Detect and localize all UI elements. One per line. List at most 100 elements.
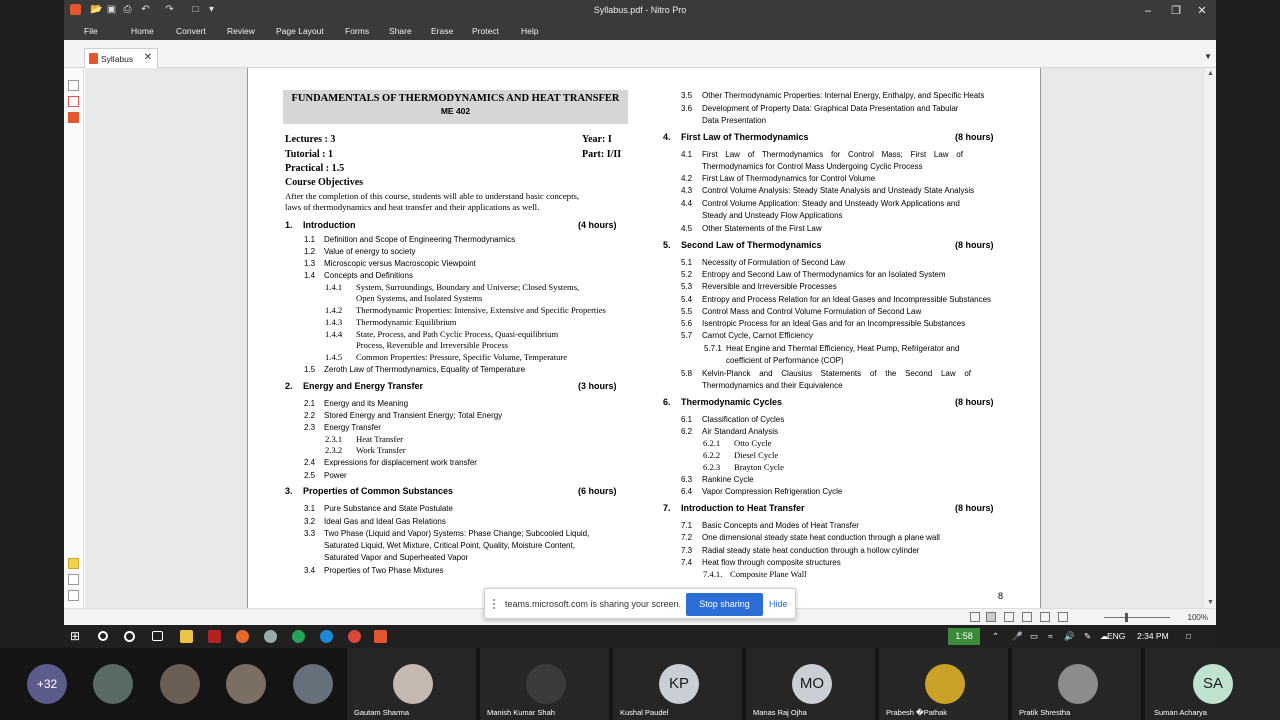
bookmarks-panel-icon[interactable] bbox=[68, 96, 79, 107]
section-title: Second Law of Thermodynamics bbox=[681, 240, 822, 250]
zoom-slider-handle[interactable] bbox=[1125, 613, 1128, 622]
stop-sharing-button[interactable]: Stop sharing bbox=[686, 593, 763, 616]
search-icon[interactable] bbox=[98, 631, 108, 641]
pen-icon[interactable]: ✎ bbox=[1084, 631, 1091, 642]
participant-name: Manish Kumar Shah bbox=[487, 708, 555, 717]
document-tab[interactable]: Syllabus ✕ bbox=[84, 48, 158, 68]
participant-tile[interactable]: Prabesh �Pathak bbox=[879, 648, 1008, 720]
document-tab-bar: Syllabus ✕ ▼ bbox=[64, 40, 1216, 68]
app-icon[interactable] bbox=[292, 630, 305, 643]
participant-name: Prabesh �Pathak bbox=[886, 708, 948, 717]
attachments-panel-icon[interactable] bbox=[68, 112, 79, 123]
item-text: Steady and Unsteady Flow Applications bbox=[702, 211, 843, 220]
screen-sharing-banner: teams.microsoft.com is sharing your scre… bbox=[484, 588, 796, 619]
item-number: 3.6 bbox=[681, 104, 693, 113]
cortana-icon[interactable] bbox=[124, 631, 135, 642]
clock[interactable]: 2:34 PM bbox=[1137, 631, 1169, 641]
zoom-level: 100% bbox=[1187, 613, 1208, 622]
ribbon-tabs: File Home Convert Review Page Layout For… bbox=[64, 22, 1216, 40]
item-text: Development of Property Data: Graphical … bbox=[702, 104, 959, 113]
item-text: Heat flow through composite structures bbox=[702, 558, 841, 567]
participant-avatar bbox=[526, 664, 566, 704]
volume-icon[interactable]: 🔊 bbox=[1064, 631, 1075, 642]
item-number: 5.1 bbox=[681, 258, 693, 267]
participant-name: Pratik Shrestha bbox=[1019, 708, 1071, 717]
show-hidden-icons-icon[interactable]: ⌃ bbox=[992, 631, 999, 642]
fit-width-icon[interactable] bbox=[1040, 612, 1050, 622]
tab-erase[interactable]: Erase bbox=[431, 26, 453, 36]
file-explorer-icon[interactable] bbox=[180, 630, 193, 643]
more-participants-button[interactable]: +32 bbox=[27, 664, 67, 704]
facing-continuous-view-icon[interactable] bbox=[1022, 612, 1032, 622]
pages-panel-icon[interactable] bbox=[68, 80, 79, 91]
document-viewport[interactable]: FUNDAMENTALS OF THERMODYNAMICS AND HEAT … bbox=[85, 68, 1205, 608]
zoom-slider[interactable] bbox=[1104, 617, 1170, 618]
notifications-icon[interactable]: □ bbox=[1186, 631, 1191, 641]
chrome-icon[interactable] bbox=[348, 630, 361, 643]
minimize-button[interactable]: – bbox=[1140, 3, 1156, 19]
item-text: Data Presentation bbox=[702, 116, 767, 125]
subitem-text: coefficient of Performance (COP) bbox=[726, 356, 844, 365]
tab-review[interactable]: Review bbox=[227, 26, 255, 36]
signatures-panel-icon[interactable] bbox=[68, 574, 79, 585]
tab-list-dropdown-icon[interactable]: ▼ bbox=[1204, 52, 1212, 61]
firefox-icon[interactable] bbox=[236, 630, 249, 643]
participant-initials: KP bbox=[659, 664, 699, 704]
item-number: 2.3 bbox=[304, 423, 316, 432]
task-view-icon[interactable] bbox=[152, 631, 163, 641]
title-bar: 📂 ▣ ⎙ ↶ ↷ □ ▾ Syllabus.pdf - Nitro Pro –… bbox=[64, 0, 1216, 22]
tab-page-layout[interactable]: Page Layout bbox=[276, 26, 324, 36]
single-page-view-icon[interactable] bbox=[970, 612, 980, 622]
item-text: Thermodynamics for Control Mass Undergoi… bbox=[702, 162, 923, 171]
comments-panel-icon[interactable] bbox=[68, 558, 79, 569]
participants-strip: +32 Gautam Sharma Manish Kumar Shah KP K… bbox=[0, 648, 1280, 720]
participant-tile[interactable]: KP Kushal Paudel bbox=[613, 648, 742, 720]
subitem-number: 2.3.2 bbox=[325, 445, 343, 455]
sharing-message: teams.microsoft.com is sharing your scre… bbox=[505, 599, 682, 609]
maximize-button[interactable]: ❐ bbox=[1168, 3, 1184, 19]
wifi-icon[interactable]: ≈ bbox=[1048, 631, 1053, 641]
close-tab-icon[interactable]: ✕ bbox=[144, 52, 152, 63]
subitem-text: Otto Cycle bbox=[734, 438, 772, 448]
hide-banner-button[interactable]: Hide bbox=[769, 599, 788, 609]
tab-convert[interactable]: Convert bbox=[176, 26, 206, 36]
tutorial-line: Tutorial : 1 bbox=[285, 149, 333, 160]
participant-tile[interactable]: MO Manas Raj Ojha bbox=[746, 648, 875, 720]
continuous-view-icon[interactable] bbox=[986, 612, 996, 622]
facing-view-icon[interactable] bbox=[1004, 612, 1014, 622]
vertical-scrollbar[interactable]: ▲ ▼ bbox=[1205, 68, 1216, 608]
item-number: 4.2 bbox=[681, 174, 693, 183]
tab-share[interactable]: Share bbox=[389, 26, 412, 36]
windows-start-icon[interactable]: ⊞ bbox=[70, 630, 83, 643]
scroll-down-icon[interactable]: ▼ bbox=[1207, 599, 1214, 606]
tab-help[interactable]: Help bbox=[521, 26, 538, 36]
item-text: Zeroth Law of Thermodynamics, Equality o… bbox=[324, 365, 526, 374]
close-button[interactable]: ✕ bbox=[1194, 3, 1210, 19]
item-number: 2.5 bbox=[304, 471, 316, 480]
participant-tile[interactable]: Gautam Sharma bbox=[347, 648, 476, 720]
scroll-up-icon[interactable]: ▲ bbox=[1207, 70, 1214, 77]
file-menu[interactable]: File bbox=[84, 26, 98, 36]
item-text: Control Volume Application: Steady and U… bbox=[702, 199, 960, 208]
section-number: 2. bbox=[285, 381, 293, 391]
app-icon[interactable] bbox=[208, 630, 221, 643]
course-title: FUNDAMENTALS OF THERMODYNAMICS AND HEAT … bbox=[291, 93, 620, 104]
tab-forms[interactable]: Forms bbox=[345, 26, 369, 36]
item-text: Stored Energy and Transient Energy; Tota… bbox=[324, 411, 503, 420]
participant-tile[interactable]: SA Suman Acharya bbox=[1145, 648, 1280, 720]
tab-home[interactable]: Home bbox=[131, 26, 154, 36]
app-icon[interactable] bbox=[264, 630, 277, 643]
language-indicator[interactable]: ENG bbox=[1107, 631, 1125, 641]
drag-handle-icon[interactable] bbox=[493, 599, 497, 609]
battery-icon[interactable]: ▭ bbox=[1030, 631, 1038, 642]
edge-icon[interactable] bbox=[320, 630, 333, 643]
nitro-pro-icon[interactable] bbox=[374, 630, 387, 643]
item-text: Vapor Compression Refrigeration Cycle bbox=[702, 487, 843, 496]
participant-tile[interactable]: Pratik Shrestha bbox=[1012, 648, 1141, 720]
tab-protect[interactable]: Protect bbox=[472, 26, 499, 36]
fit-page-icon[interactable] bbox=[1058, 612, 1068, 622]
item-text: Entropy and Process Relation for an Idea… bbox=[702, 295, 992, 304]
microphone-icon[interactable]: 🎤 bbox=[1012, 631, 1023, 642]
output-panel-icon[interactable] bbox=[68, 590, 79, 601]
participant-tile[interactable]: Manish Kumar Shah bbox=[480, 648, 609, 720]
